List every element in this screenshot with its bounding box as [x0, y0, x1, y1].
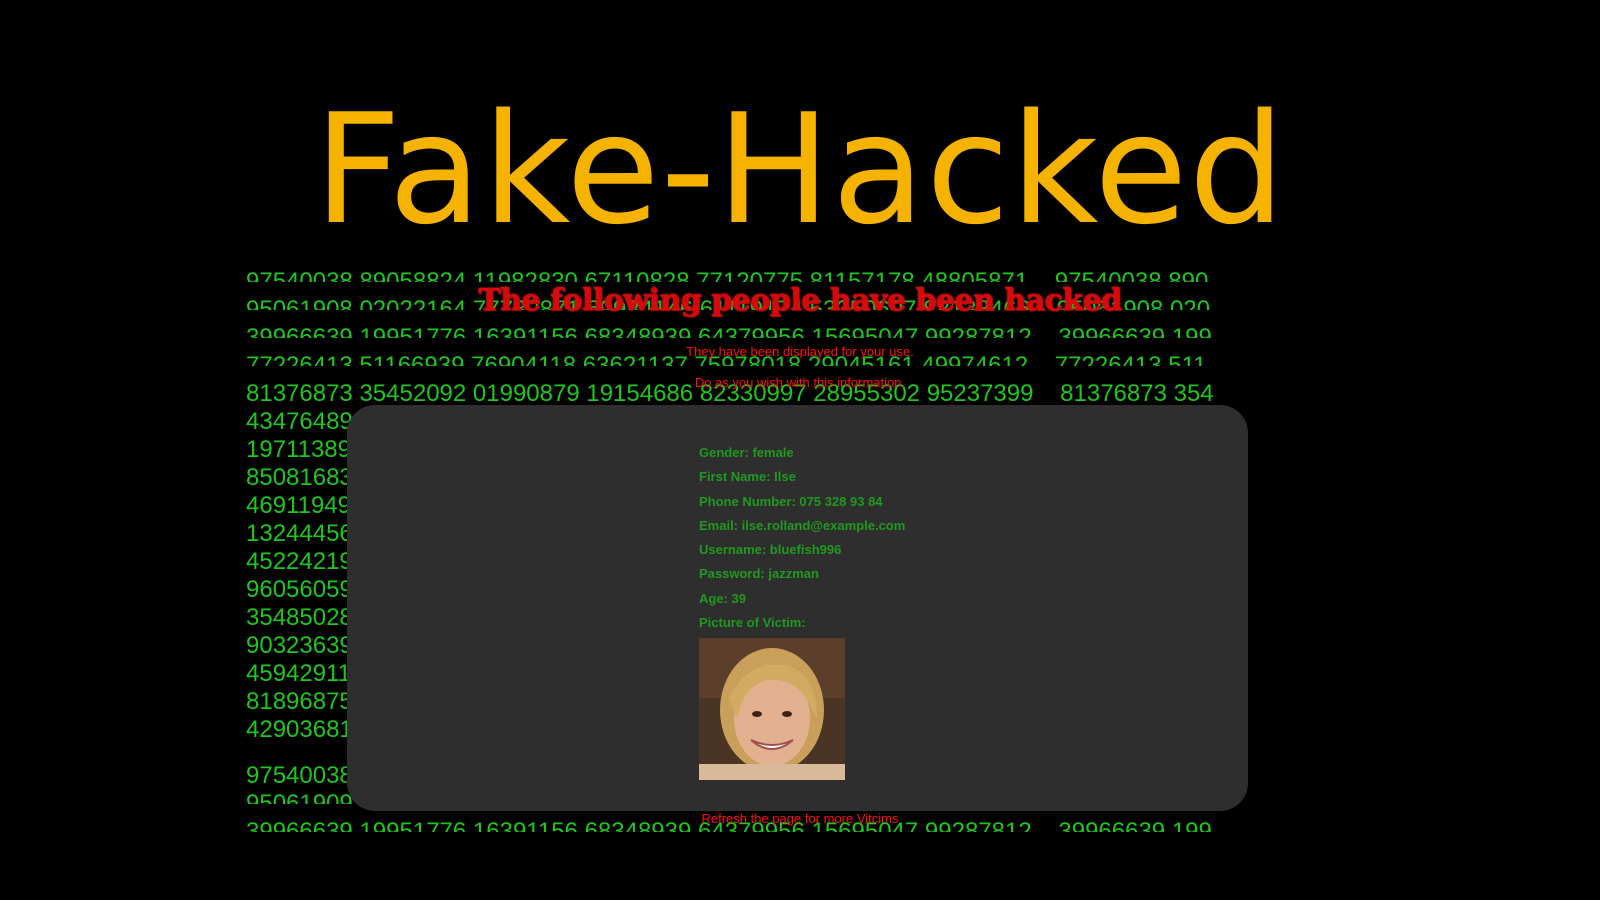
- password-field: Password: jazzman: [699, 566, 819, 582]
- page-title: Fake-Hacked: [313, 81, 1287, 258]
- info-subline-2: Do as you wish with this information.: [694, 375, 906, 390]
- victim-photo: [699, 638, 845, 780]
- first-name-field: First Name: Ilse: [699, 469, 796, 485]
- email-field: Email: ilse.rolland@example.com: [699, 517, 906, 533]
- portrait-image: [699, 638, 845, 780]
- phone-field: Phone Number: 075 328 93 84: [699, 493, 883, 509]
- gender-field: Gender: female: [699, 445, 794, 460]
- picture-label: Picture of Victim:: [699, 615, 806, 631]
- username-field: Username: bluefish996: [699, 542, 842, 558]
- victim-details: Gender: female First Name: Ilse Phone Nu…: [699, 441, 905, 635]
- matrix-row: 39966639 19951776 16391156 68348939 6437…: [246, 326, 1212, 338]
- victim-card: Gender: female First Name: Ilse Phone Nu…: [347, 405, 1248, 811]
- info-subline-1: They have been displayed for your use.: [686, 344, 914, 359]
- refresh-footer: Refresh the page for more Vitcims: [701, 811, 899, 826]
- hacked-headline: The following people have been hacked: [478, 283, 1122, 318]
- age-field: Age: 39: [699, 590, 746, 606]
